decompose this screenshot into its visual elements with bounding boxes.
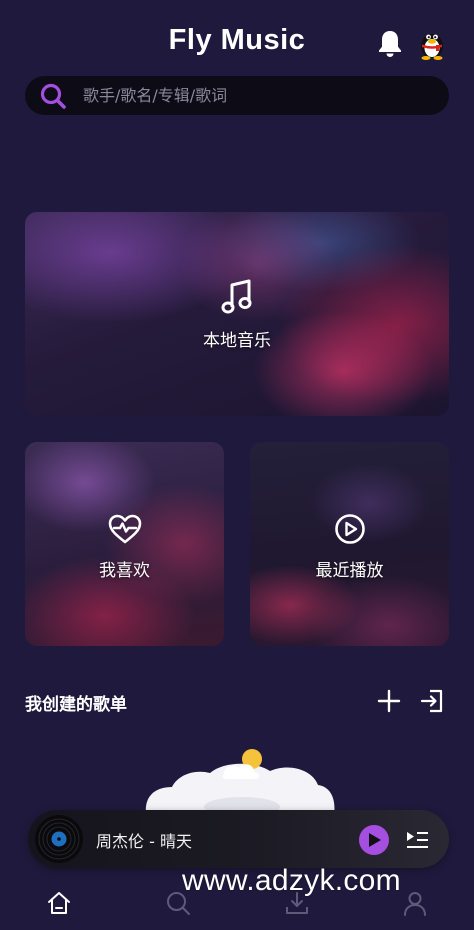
play-icon: [369, 833, 381, 847]
local-music-label: 本地音乐: [203, 331, 271, 351]
import-icon[interactable]: [420, 688, 444, 714]
my-playlists-title: 我创建的歌单: [25, 695, 127, 715]
qq-penguin-avatar[interactable]: [416, 26, 448, 60]
heart-pulse-icon: [108, 514, 142, 544]
plus-icon[interactable]: [377, 689, 401, 713]
header: Fly Music: [0, 0, 474, 80]
now-playing-track: 周杰伦 - 晴天: [96, 832, 192, 851]
search-input[interactable]: [83, 76, 433, 115]
recent-plays-card[interactable]: 最近播放: [250, 442, 449, 646]
local-music-card[interactable]: 本地音乐: [25, 212, 449, 416]
empty-state-illustration: [145, 749, 335, 815]
user-icon[interactable]: [402, 890, 428, 916]
watermark-text: www.adzyk.com: [182, 864, 401, 897]
music-note-icon: [221, 279, 252, 314]
mini-player[interactable]: 周杰伦 - 晴天: [28, 810, 449, 868]
recent-plays-label: 最近播放: [315, 561, 384, 581]
bell-icon[interactable]: [376, 28, 404, 58]
play-circle-icon: [335, 514, 365, 544]
favorites-label: 我喜欢: [99, 561, 150, 581]
playlist-icon[interactable]: [405, 829, 429, 851]
vinyl-disc-icon[interactable]: [34, 814, 84, 864]
search-icon: [40, 83, 66, 109]
favorites-card[interactable]: 我喜欢: [25, 442, 224, 646]
search-bar[interactable]: [25, 76, 449, 115]
home-icon[interactable]: [46, 890, 72, 916]
play-button[interactable]: [359, 825, 389, 855]
